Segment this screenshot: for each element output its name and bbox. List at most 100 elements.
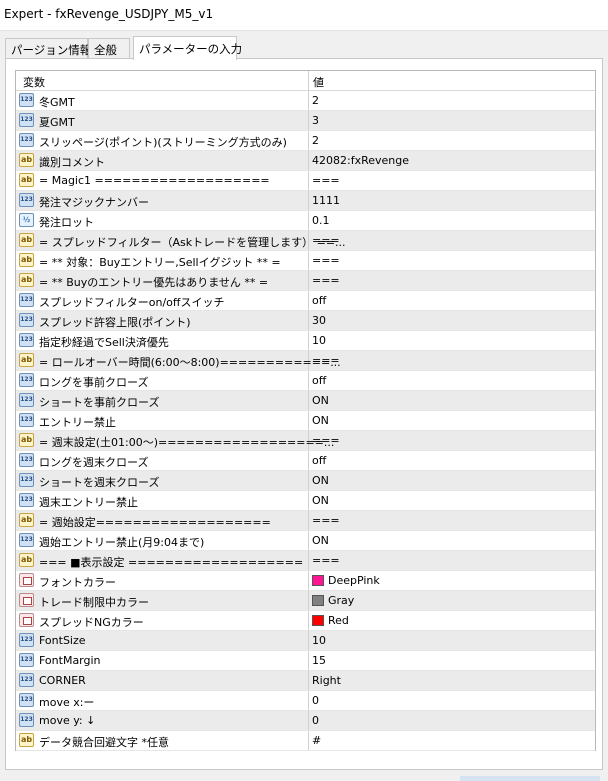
- parameter-value: 1111: [312, 194, 340, 207]
- parameter-value-cell[interactable]: ON: [309, 471, 595, 490]
- parameter-value-cell[interactable]: ===: [309, 351, 595, 370]
- table-row[interactable]: ab 識別コメント 42082:fxRevenge: [16, 151, 595, 171]
- table-row[interactable]: ab === ■表示設定 =================== ===: [16, 551, 595, 571]
- parameter-value-cell[interactable]: 3: [309, 111, 595, 130]
- integer-type-icon: 123: [19, 673, 34, 687]
- parameter-value-cell[interactable]: 2: [309, 131, 595, 150]
- integer-type-icon: 123: [19, 713, 34, 727]
- color-type-icon: [19, 573, 34, 587]
- table-row[interactable]: 123 エントリー禁止 ON: [16, 411, 595, 431]
- parameter-name: CORNER: [39, 674, 86, 687]
- table-row[interactable]: 123 ショートを事前クローズ ON: [16, 391, 595, 411]
- table-row[interactable]: 123 ロングを事前クローズ off: [16, 371, 595, 391]
- column-header-variable[interactable]: 変数: [16, 71, 309, 90]
- parameter-value: ON: [312, 494, 329, 507]
- column-header-value[interactable]: 値: [309, 71, 595, 90]
- table-row[interactable]: 123 FontSize 10: [16, 631, 595, 651]
- table-row[interactable]: トレード制限中カラー Gray: [16, 591, 595, 611]
- parameter-name-cell: 123 CORNER: [16, 671, 309, 690]
- parameter-name: フォントカラー: [39, 576, 116, 589]
- parameter-value-cell[interactable]: 1111: [309, 191, 595, 210]
- parameter-value-cell[interactable]: ===: [309, 171, 595, 190]
- parameter-value-cell[interactable]: 15: [309, 651, 595, 670]
- parameter-value-cell[interactable]: 10: [309, 331, 595, 350]
- table-row[interactable]: 123 スプレッド許容上限(ポイント) 30: [16, 311, 595, 331]
- table-row[interactable]: 123 指定秒経過でSell決済優先 10: [16, 331, 595, 351]
- parameter-value-cell[interactable]: Gray: [309, 591, 595, 610]
- parameter-value-cell[interactable]: DeepPink: [309, 571, 595, 590]
- parameter-value-cell[interactable]: 10: [309, 631, 595, 650]
- parameter-value-cell[interactable]: ON: [309, 391, 595, 410]
- table-row[interactable]: ab = ** 対象：Buyエントリー,Sellイグジット ** = ===: [16, 251, 595, 271]
- table-row[interactable]: ab = ** Buyのエントリー優先はありません ** = ===: [16, 271, 595, 291]
- parameter-value-cell[interactable]: #: [309, 731, 595, 750]
- integer-type-icon: 123: [19, 693, 34, 707]
- table-row[interactable]: ab = 週末設定(土01:00〜)==================... ==…: [16, 431, 595, 451]
- parameter-value-cell[interactable]: Red: [309, 611, 595, 630]
- table-row[interactable]: 123 ロングを週末クローズ off: [16, 451, 595, 471]
- parameter-value-cell[interactable]: 2: [309, 91, 595, 110]
- parameter-name-cell: ab = ロールオーバー時間(6:00〜8:00)============...: [16, 351, 341, 370]
- parameter-value-cell[interactable]: ===: [309, 231, 595, 250]
- parameter-value-cell[interactable]: 0: [309, 711, 595, 730]
- ok-button-edge[interactable]: [460, 776, 600, 781]
- tab-version-info[interactable]: パージョン情報: [5, 38, 91, 58]
- table-row[interactable]: 123 move y: ↓ 0: [16, 711, 595, 731]
- parameter-name-cell: ab = スプレッドフィルター（Askトレードを管理します） ==...: [16, 231, 346, 250]
- table-row[interactable]: ab データ競合回避文字 *任意 #: [16, 731, 595, 751]
- parameter-value-cell[interactable]: off: [309, 291, 595, 310]
- parameter-value-cell[interactable]: off: [309, 451, 595, 470]
- table-row[interactable]: ab = Magic1 =================== ===: [16, 171, 595, 191]
- tab-general[interactable]: 全般: [88, 38, 130, 58]
- table-row[interactable]: 123 夏GMT 3: [16, 111, 595, 131]
- parameter-value-cell[interactable]: ON: [309, 411, 595, 430]
- parameter-value: ===: [312, 354, 340, 367]
- table-row[interactable]: 123 スプレッドフィルターon/offスイッチ off: [16, 291, 595, 311]
- parameter-value-cell[interactable]: Right: [309, 671, 595, 690]
- table-row[interactable]: フォントカラー DeepPink: [16, 571, 595, 591]
- parameter-name: FontMargin: [39, 654, 101, 667]
- parameter-value-cell[interactable]: off: [309, 371, 595, 390]
- parameter-value: 10: [312, 634, 326, 647]
- table-row[interactable]: ab = 週始設定=================== ===: [16, 511, 595, 531]
- integer-type-icon: 123: [19, 393, 34, 407]
- table-row[interactable]: ½ 発注ロット 0.1: [16, 211, 595, 231]
- parameter-value-cell[interactable]: ===: [309, 271, 595, 290]
- parameter-name: 指定秒経過でSell決済優先: [39, 336, 169, 349]
- table-row[interactable]: スプレッドNGカラー Red: [16, 611, 595, 631]
- parameter-name-cell: 123 FontMargin: [16, 651, 309, 670]
- table-row[interactable]: 123 CORNER Right: [16, 671, 595, 691]
- parameter-value: DeepPink: [328, 574, 380, 587]
- parameter-value-cell[interactable]: ===: [309, 511, 595, 530]
- parameter-value-cell[interactable]: ON: [309, 531, 595, 550]
- parameter-value-cell[interactable]: ===: [309, 551, 595, 570]
- parameter-value-cell[interactable]: 0: [309, 691, 595, 710]
- parameter-value: off: [312, 374, 327, 387]
- parameter-value-cell[interactable]: 42082:fxRevenge: [309, 151, 595, 170]
- parameter-value-cell[interactable]: ===: [309, 251, 595, 270]
- table-row[interactable]: 123 週末エントリー禁止 ON: [16, 491, 595, 511]
- tab-label: パラメーターの入力: [139, 42, 243, 56]
- parameter-value-cell[interactable]: ON: [309, 491, 595, 510]
- parameter-value: ===: [312, 434, 340, 447]
- parameter-name-cell: 123 冬GMT: [16, 91, 309, 110]
- parameter-value: ON: [312, 534, 329, 547]
- table-row[interactable]: 123 ショートを週末クローズ ON: [16, 471, 595, 491]
- parameter-value-cell[interactable]: 0.1: [309, 211, 595, 230]
- table-row[interactable]: ab = ロールオーバー時間(6:00〜8:00)============... =…: [16, 351, 595, 371]
- parameter-value: ON: [312, 414, 329, 427]
- table-row[interactable]: 123 発注マジックナンバー 1111: [16, 191, 595, 211]
- parameter-value-cell[interactable]: ===: [309, 431, 595, 450]
- table-row[interactable]: 123 冬GMT 2: [16, 91, 595, 111]
- table-row[interactable]: 123 move x:ー 0: [16, 691, 595, 711]
- tab-input-parameters[interactable]: パラメーターの入力: [133, 36, 242, 60]
- parameter-name-cell: 123 指定秒経過でSell決済優先: [16, 331, 309, 350]
- table-row[interactable]: 123 週始エントリー禁止(月9:04まで) ON: [16, 531, 595, 551]
- parameter-name-cell: ab = ** 対象：Buyエントリー,Sellイグジット ** =: [16, 251, 309, 270]
- parameter-value-cell[interactable]: 30: [309, 311, 595, 330]
- table-row[interactable]: 123 FontMargin 15: [16, 651, 595, 671]
- table-row[interactable]: 123 スリッページ(ポイント)(ストリーミング方式のみ) 2: [16, 131, 595, 151]
- table-row[interactable]: ab = スプレッドフィルター（Askトレードを管理します） ==... ===: [16, 231, 595, 251]
- parameter-name: 発注ロット: [39, 216, 94, 229]
- parameter-name-cell: トレード制限中カラー: [16, 591, 309, 610]
